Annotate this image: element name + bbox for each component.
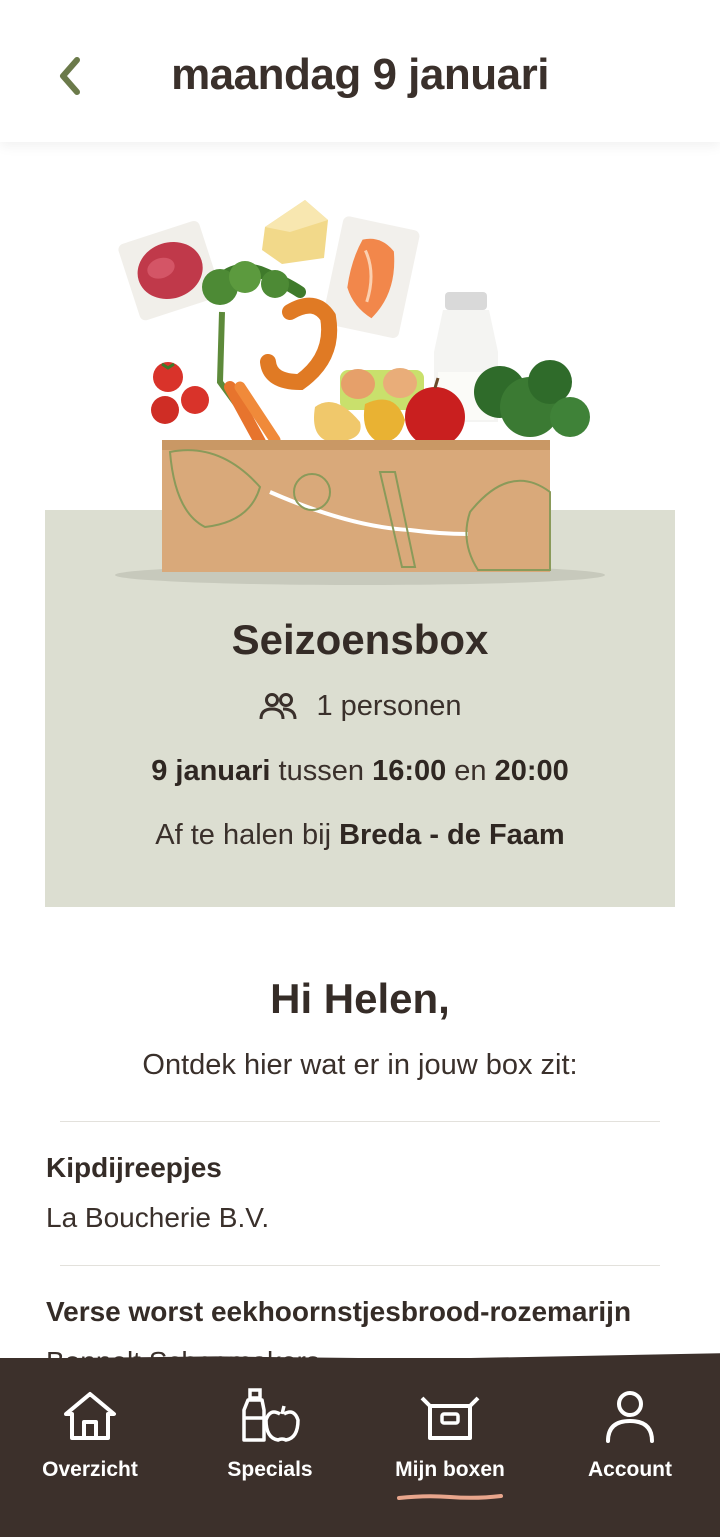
nav-mijn-boxen[interactable]: Mijn boxen — [360, 1358, 540, 1537]
groceries-icon — [242, 1388, 300, 1442]
produce-box-illustration — [115, 200, 605, 585]
between-label: tussen — [278, 755, 364, 787]
pickup-prefix: Af te halen bij — [155, 819, 332, 851]
divider — [60, 1265, 660, 1266]
page-title: maandag 9 januari — [171, 50, 549, 99]
greeting-title: Hi Helen, — [270, 975, 450, 1022]
nav-label: Specials — [227, 1458, 313, 1481]
pickup-location: Breda - de Faam — [339, 819, 565, 851]
home-icon — [64, 1392, 116, 1440]
item-name[interactable]: Kipdijreepjes — [46, 1152, 222, 1184]
delivery-date: 9 januari — [151, 755, 271, 787]
top-bar: maandag 9 januari — [0, 0, 720, 142]
bottom-navigation: Overzicht Specials Mijn boxen Account — [0, 1358, 720, 1537]
time-to: 20:00 — [494, 755, 569, 787]
time-from: 16:00 — [372, 755, 447, 787]
nav-label: Mijn boxen — [395, 1458, 505, 1481]
active-tab-indicator — [397, 1494, 503, 1500]
nav-overzicht[interactable]: Overzicht — [0, 1358, 180, 1537]
box-name: Seizoensbox — [231, 616, 489, 663]
divider — [60, 1121, 660, 1122]
item-vendor: La Boucherie B.V. — [46, 1202, 270, 1233]
delivery-time: 9 januari tussen 16:00 en 20:00 — [45, 755, 675, 788]
nav-label: Account — [588, 1458, 672, 1481]
box-icon — [420, 1396, 480, 1440]
and-label: en — [454, 755, 487, 787]
people-icon — [259, 692, 297, 719]
nav-specials[interactable]: Specials — [180, 1358, 360, 1537]
persons-count: 1 personen — [316, 690, 462, 722]
persons-row: 1 personen — [45, 690, 675, 723]
nav-account[interactable]: Account — [540, 1358, 720, 1537]
person-icon — [606, 1391, 654, 1443]
pickup-info: Af te halen bij Breda - de Faam — [45, 819, 675, 852]
nav-label: Overzicht — [42, 1458, 138, 1481]
item-name[interactable]: Verse worst eekhoornstjesbrood-rozemarij… — [46, 1296, 631, 1328]
greeting-subtitle: Ontdek hier wat er in jouw box zit: — [142, 1049, 578, 1081]
